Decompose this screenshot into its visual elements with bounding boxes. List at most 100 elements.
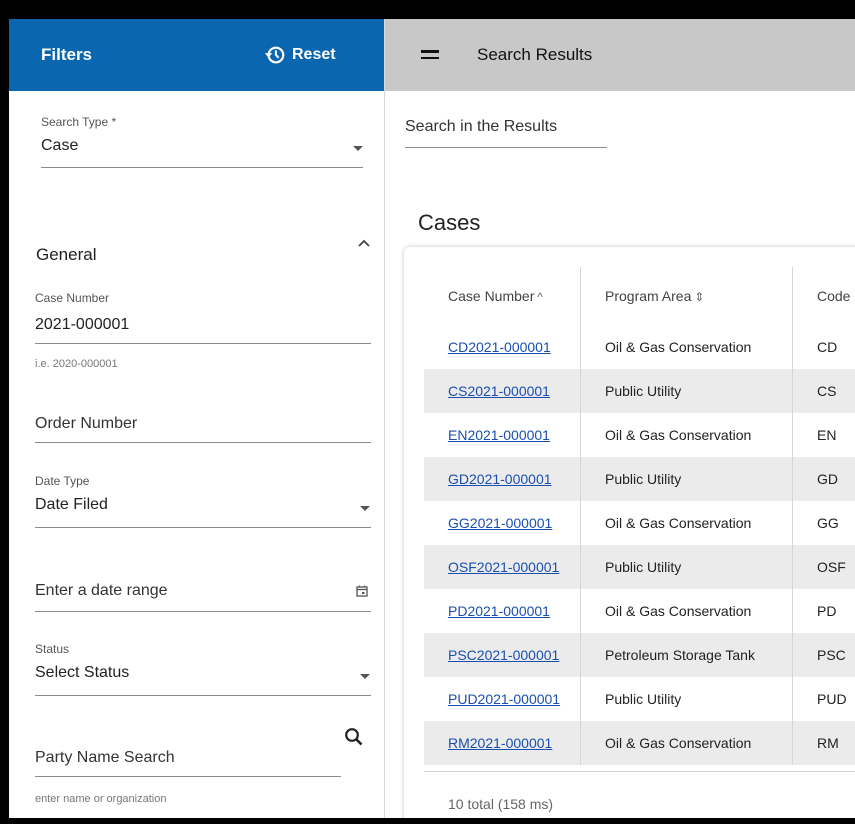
- column-divider: [580, 545, 581, 589]
- search-type-underline: [41, 167, 363, 168]
- case-number-link[interactable]: GD2021-000001: [448, 471, 552, 487]
- chevron-up-icon: [358, 239, 370, 247]
- case-number-link[interactable]: PSC2021-000001: [448, 647, 559, 663]
- status-value: Select Status: [35, 664, 130, 681]
- filters-title: Filters: [41, 45, 93, 64]
- column-divider: [792, 501, 793, 545]
- search-type-select[interactable]: Search Type * Case: [34, 115, 371, 168]
- case-number-link[interactable]: GG2021-000001: [448, 515, 552, 531]
- sort-ascending-icon: ^: [537, 290, 544, 304]
- program-area-cell: Public Utility: [605, 691, 682, 707]
- column-header-case-number[interactable]: Case Number ^: [448, 288, 543, 304]
- case-number-link[interactable]: PUD2021-000001: [448, 691, 560, 707]
- column-header-code[interactable]: Code: [817, 288, 850, 304]
- case-number-value: 2021-000001: [35, 316, 130, 333]
- code-cell: OSF: [817, 559, 846, 575]
- program-area-cell: Oil & Gas Conservation: [605, 603, 752, 619]
- status-label: Status: [35, 642, 70, 656]
- case-number-field[interactable]: Case Number 2021-000001 i.e. 2020-000001: [34, 291, 371, 371]
- column-divider: [792, 589, 793, 633]
- column-divider: [792, 457, 793, 501]
- date-range-placeholder: Enter a date range: [35, 582, 168, 599]
- date-type-value: Date Filed: [35, 496, 108, 513]
- case-number-link[interactable]: EN2021-000001: [448, 427, 550, 443]
- table-row: PD2021-000001 Oil & Gas Conservation PD: [424, 589, 855, 633]
- cases-table: Case Number ^ Program Area ⇕ Code CD2021-0…: [424, 267, 855, 765]
- column-divider: [792, 413, 793, 457]
- results-search-input[interactable]: Search in the Results: [405, 115, 607, 148]
- table-row: GD2021-000001 Public Utility GD: [424, 457, 855, 501]
- column-divider: [580, 501, 581, 545]
- search-type-value: Case: [41, 137, 79, 154]
- cases-heading: Cases: [418, 210, 481, 235]
- column-divider: [792, 545, 793, 589]
- column-divider: [580, 369, 581, 413]
- column-divider: [792, 677, 793, 721]
- filters-header: Filters Reset: [9, 19, 384, 91]
- order-number-underline: [35, 442, 371, 443]
- date-range-input[interactable]: Enter a date range: [34, 579, 371, 612]
- program-area-cell: Public Utility: [605, 559, 682, 575]
- column-divider: [580, 589, 581, 633]
- column-header-program-area[interactable]: Program Area ⇕: [605, 288, 704, 304]
- case-number-underline: [35, 343, 371, 344]
- party-name-search-input[interactable]: Party Name Search: [35, 741, 341, 777]
- program-area-cell: Oil & Gas Conservation: [605, 735, 752, 751]
- case-number-link[interactable]: RM2021-000001: [448, 735, 552, 751]
- column-divider: [580, 267, 581, 325]
- table-row: CS2021-000001 Public Utility CS: [424, 369, 855, 413]
- search-type-label: Search Type *: [41, 115, 117, 129]
- results-search-placeholder: Search in the Results: [405, 118, 558, 135]
- party-name-placeholder: Party Name Search: [35, 749, 175, 766]
- column-header-label: Program Area: [605, 288, 692, 304]
- filters-sidebar: Filters Reset Search Type * Case General: [9, 19, 385, 818]
- column-divider: [580, 633, 581, 677]
- menu-icon[interactable]: [421, 50, 439, 63]
- column-divider: [792, 369, 793, 413]
- status-underline: [35, 695, 371, 696]
- column-divider: [580, 677, 581, 721]
- column-divider: [580, 325, 581, 369]
- column-divider: [580, 721, 581, 765]
- search-icon[interactable]: [344, 727, 364, 747]
- code-cell: PUD: [817, 691, 847, 707]
- table-row: OSF2021-000001 Public Utility OSF: [424, 545, 855, 589]
- date-type-select[interactable]: Date Type Date Filed: [34, 472, 371, 528]
- general-section-toggle[interactable]: General: [34, 236, 371, 266]
- program-area-cell: Oil & Gas Conservation: [605, 515, 752, 531]
- reset-button[interactable]: Reset: [264, 41, 336, 69]
- program-area-cell: Oil & Gas Conservation: [605, 339, 752, 355]
- case-number-link[interactable]: OSF2021-000001: [448, 559, 559, 575]
- order-number-input[interactable]: Order Number: [34, 411, 371, 443]
- code-cell: RM: [817, 735, 839, 751]
- code-cell: PSC: [817, 647, 846, 663]
- cases-card: Case Number ^ Program Area ⇕ Code CD2021-0…: [404, 247, 855, 818]
- code-cell: EN: [817, 427, 837, 443]
- date-type-underline: [35, 527, 371, 528]
- program-area-cell: Public Utility: [605, 383, 682, 399]
- chevron-down-icon: [360, 674, 370, 679]
- date-type-label: Date Type: [35, 474, 90, 488]
- code-cell: PD: [817, 603, 837, 619]
- case-number-label: Case Number: [35, 291, 110, 305]
- table-row: RM2021-000001 Oil & Gas Conservation RM: [424, 721, 855, 765]
- case-number-hint: i.e. 2020-000001: [35, 358, 118, 370]
- program-area-cell: Oil & Gas Conservation: [605, 427, 752, 443]
- code-cell: GD: [817, 471, 838, 487]
- column-divider: [792, 325, 793, 369]
- order-number-placeholder: Order Number: [35, 415, 138, 432]
- table-row: EN2021-000001 Oil & Gas Conservation EN: [424, 413, 855, 457]
- case-number-link[interactable]: CD2021-000001: [448, 339, 551, 355]
- chevron-down-icon: [360, 506, 370, 511]
- case-number-link[interactable]: PD2021-000001: [448, 603, 550, 619]
- column-divider: [580, 413, 581, 457]
- app-frame: Filters Reset Search Type * Case General: [9, 19, 855, 818]
- column-header-label: Code: [817, 288, 851, 304]
- table-row: CD2021-000001 Oil & Gas Conservation CD: [424, 325, 855, 369]
- calendar-icon[interactable]: [356, 585, 368, 597]
- column-divider: [792, 267, 793, 325]
- status-select[interactable]: Status Select Status: [34, 640, 371, 696]
- case-number-link[interactable]: CS2021-000001: [448, 383, 550, 399]
- column-divider: [580, 457, 581, 501]
- column-divider: [792, 633, 793, 677]
